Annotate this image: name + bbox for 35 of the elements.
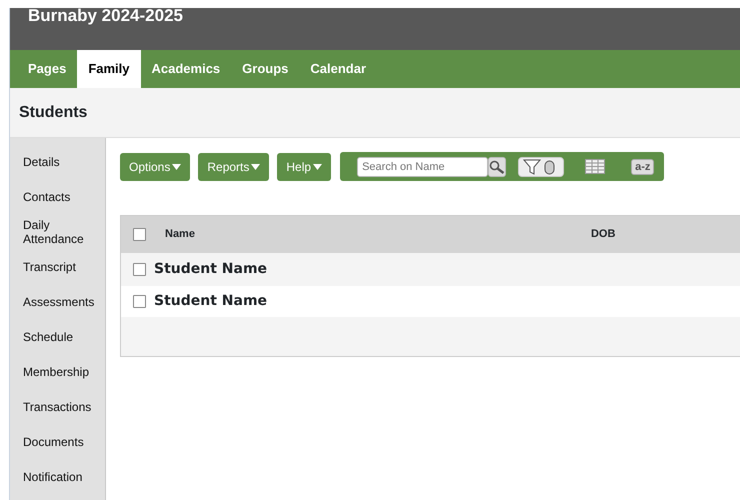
- row-checkbox[interactable]: [133, 263, 146, 276]
- sidebar-item[interactable]: Transcript: [10, 250, 105, 285]
- select-all-checkbox[interactable]: [133, 228, 146, 241]
- column-header[interactable]: Name: [165, 226, 195, 243]
- menu-button[interactable]: Reports: [198, 152, 270, 180]
- nav-tab[interactable]: Academics: [140, 50, 232, 88]
- sidebar-item[interactable]: Notification: [10, 460, 105, 495]
- nav-tab[interactable]: Family: [77, 50, 140, 88]
- caret-icon: [172, 164, 182, 170]
- menu-button[interactable]: Options: [120, 152, 190, 180]
- caret-icon: [313, 164, 322, 170]
- nav-tab[interactable]: Groups: [231, 50, 300, 88]
- grid-icon: [585, 159, 606, 174]
- page-title: Students: [19, 102, 88, 122]
- app-title: Burnaby 2024-2025: [28, 7, 183, 24]
- student-name[interactable]: Student Name: [154, 259, 268, 280]
- search-field[interactable]: Search on Name: [357, 156, 488, 176]
- column-header[interactable]: DOB: [590, 226, 616, 243]
- sidebar-item[interactable]: Transactions: [10, 390, 105, 425]
- menu-button[interactable]: Help: [277, 152, 332, 180]
- row-checkbox[interactable]: [133, 295, 146, 308]
- sidebar-item[interactable]: Contacts: [10, 180, 105, 215]
- student-name[interactable]: Student Name: [154, 291, 268, 312]
- filter-button[interactable]: [518, 156, 564, 176]
- nav-tab[interactable]: Pages: [17, 50, 78, 88]
- caret-icon: [251, 164, 260, 170]
- sidebar-item[interactable]: Membership: [10, 355, 105, 390]
- sidebar-item[interactable]: Details: [10, 145, 105, 180]
- nav-tab[interactable]: Calendar: [299, 50, 378, 88]
- search-icon: [489, 160, 506, 174]
- sidebar-item[interactable]: Assessments: [10, 285, 105, 320]
- sidebar-item[interactable]: Daily Attendance: [10, 215, 105, 250]
- sidebar-item[interactable]: Documents: [10, 425, 105, 460]
- search-button[interactable]: [488, 156, 506, 176]
- sidebar-item[interactable]: Schedule: [10, 320, 105, 355]
